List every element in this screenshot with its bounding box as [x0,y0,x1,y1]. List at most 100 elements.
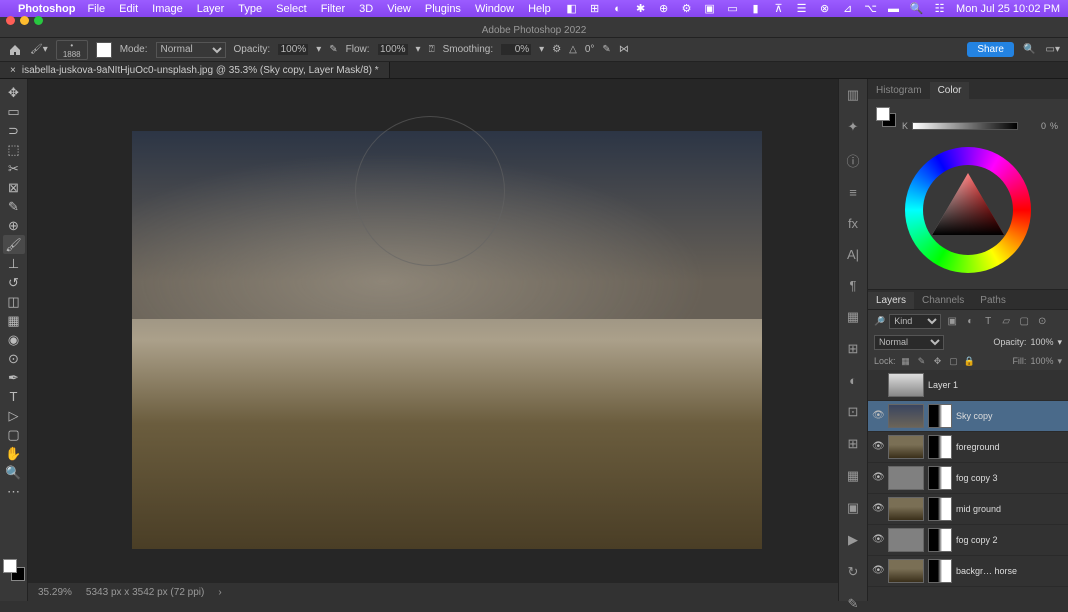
filter-toggle-icon[interactable]: ⊙ [1035,314,1049,328]
status-icon[interactable]: ▣ [703,2,716,15]
battery-icon[interactable]: ▬ [887,2,900,15]
menu-plugins[interactable]: Plugins [425,3,461,15]
menu-select[interactable]: Select [276,3,307,15]
blur-tool[interactable]: ◉ [3,330,25,349]
history-brush-tool[interactable]: ↺ [3,273,25,292]
path-tool[interactable]: ▷ [3,406,25,425]
blend-mode-select[interactable]: Normal [156,42,226,58]
panel-icon[interactable]: ⓘ [844,151,862,169]
layer-row[interactable]: 👁Sky copy [868,401,1068,432]
edit-toolbar[interactable]: ⋯ [3,482,25,501]
share-button[interactable]: Share [967,42,1014,57]
airbrush-icon[interactable]: ⍰ [429,44,435,55]
panel-icon[interactable]: ⊡ [844,404,862,420]
lasso-tool[interactable]: ⊃ [3,121,25,140]
menu-type[interactable]: Type [238,3,262,15]
menu-layer[interactable]: Layer [197,3,225,15]
eraser-tool[interactable]: ◫ [3,292,25,311]
channels-tab[interactable]: Channels [914,292,972,309]
layer-thumbnail[interactable] [888,373,924,397]
panel-icon[interactable]: ⊞ [844,436,862,452]
layer-filter-select[interactable]: Kind [889,314,941,329]
menubar-clock[interactable]: Mon Jul 25 10:02 PM [956,3,1060,15]
menu-view[interactable]: View [387,3,411,15]
control-center-icon[interactable]: ☷ [933,2,946,15]
bluetooth-icon[interactable]: ⌥ [864,2,877,15]
k-value[interactable]: 0 [1022,121,1046,131]
layer-thumbnail[interactable] [888,466,924,490]
home-icon[interactable] [8,43,22,57]
foreground-swatch[interactable] [876,107,890,121]
status-icon[interactable]: ▮ [749,2,762,15]
panel-icon[interactable]: fx [844,216,862,231]
color-swatches[interactable] [3,559,25,581]
eyedropper-tool[interactable]: ✎ [3,197,25,216]
tool-preset-icon[interactable]: 🖌▾ [30,44,48,55]
angle-value[interactable]: 0° [585,44,595,55]
layer-row[interactable]: 👁 backgr… horse [868,556,1068,587]
zoom-level[interactable]: 35.29% [38,587,72,598]
layer-mask-thumbnail[interactable] [928,497,952,521]
fill-dropdown-icon[interactable]: ▾ [1057,356,1062,367]
filter-adjustment-icon[interactable]: ◐ [963,314,977,328]
layer-name[interactable]: Layer 1 [928,380,1064,390]
layer-name[interactable]: fog copy 3 [956,473,1064,483]
marquee-tool[interactable]: ▭ [3,102,25,121]
hand-tool[interactable]: ✋ [3,444,25,463]
menu-filter[interactable]: Filter [321,3,345,15]
layer-thumbnail[interactable] [888,404,924,428]
minimize-window-button[interactable] [20,16,29,25]
histogram-tab[interactable]: Histogram [868,82,930,99]
layer-name[interactable]: fog copy 2 [956,535,1064,545]
status-icon[interactable]: ◐ [611,2,624,15]
brush-tool[interactable]: 🖌 [3,235,25,254]
layer-name[interactable]: Sky copy [956,411,1064,421]
lock-pixels-icon[interactable]: ✎ [916,355,928,367]
menu-help[interactable]: Help [528,3,551,15]
color-swatch-pair[interactable] [876,107,896,127]
lock-position-icon[interactable]: ✥ [932,355,944,367]
k-slider-track[interactable] [912,122,1018,130]
layer-mask-thumbnail[interactable] [928,559,952,583]
layer-name[interactable]: backgr… horse [956,566,1064,576]
layer-name[interactable]: mid ground [956,504,1064,514]
stamp-tool[interactable]: ⊥ [3,254,25,273]
wifi-icon[interactable]: ⊿ [841,2,854,15]
status-arrow-icon[interactable]: › [218,587,221,598]
layer-row[interactable]: 👁foreground [868,432,1068,463]
layer-row[interactable]: 👁fog copy 3 [868,463,1068,494]
filter-pixel-icon[interactable]: ▣ [945,314,959,328]
lock-all-icon[interactable]: 🔒 [964,355,976,367]
filter-search-icon[interactable]: 🔎 [874,316,885,327]
lock-artboard-icon[interactable]: ▢ [948,355,960,367]
panel-icon[interactable]: A| [844,247,862,262]
layers-tab[interactable]: Layers [868,292,914,309]
flow-input[interactable] [378,44,408,55]
layer-blend-select[interactable]: Normal [874,335,944,350]
layer-visibility-icon[interactable]: 👁 [872,534,884,546]
layer-visibility-icon[interactable] [872,379,884,391]
opacity-input[interactable] [278,44,308,55]
status-icon[interactable]: ✱ [634,2,647,15]
workspace-switcher-icon[interactable]: ▭▾ [1046,44,1060,55]
fill-value[interactable]: 100% [1030,356,1053,366]
paths-tab[interactable]: Paths [972,292,1014,309]
frame-tool[interactable]: ⊠ [3,178,25,197]
panel-icon[interactable]: ▦ [844,468,862,484]
menu-edit[interactable]: Edit [119,3,138,15]
type-tool[interactable]: T [3,387,25,406]
flow-dropdown-icon[interactable]: ▾ [416,44,421,55]
layer-row[interactable]: 👁 mid ground [868,494,1068,525]
layer-visibility-icon[interactable]: 👁 [872,565,884,577]
layer-thumbnail[interactable] [888,497,924,521]
status-icon[interactable]: ▭ [726,2,739,15]
gradient-tool[interactable]: ▦ [3,311,25,330]
layer-name[interactable]: foreground [956,442,1064,452]
selection-tool[interactable]: ⬚ [3,140,25,159]
layer-visibility-icon[interactable]: 👁 [872,503,884,515]
layer-row[interactable]: Layer 1 [868,370,1068,401]
status-icon[interactable]: ⊕ [657,2,670,15]
panel-icon[interactable]: ◐ [844,373,862,388]
status-icon[interactable]: ☰ [795,2,808,15]
zoom-tool[interactable]: 🔍 [3,463,25,482]
